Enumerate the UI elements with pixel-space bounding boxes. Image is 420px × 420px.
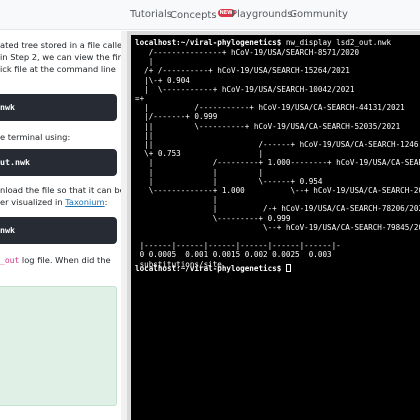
code-text: nwk	[0, 225, 15, 235]
tutorial-panel: ated tree stored in a file called in Ste…	[0, 31, 121, 420]
tutorial-paragraph-1: ated tree stored in a file called in Ste…	[0, 39, 121, 75]
tutorial-paragraph-3: nload the file so that it can be er visu…	[0, 184, 121, 208]
text-fragment: :	[104, 197, 108, 207]
text-fragment: er visualized in	[0, 197, 66, 207]
question-box	[0, 286, 117, 406]
top-navbar: Tutorials Concepts NEW Playgrounds▾ Commu…	[0, 0, 420, 30]
code-block-2[interactable]: ut.nwk	[0, 149, 117, 176]
code-text: ut.nwk	[0, 157, 30, 167]
nav-community[interactable]: Community	[290, 9, 348, 20]
inline-code: _out	[0, 256, 20, 265]
terminal-command-line: localhost:~/viral-phylogenetics$ nw_disp…	[135, 38, 391, 48]
nav-concepts[interactable]: Concepts NEW	[170, 9, 235, 21]
tree-line: | \-----------+ hCoV-19/USA/SEARCH-10042…	[135, 84, 355, 94]
tree-line: || \----------+ hCoV-19/USA/CA-SEARCH-52…	[135, 121, 401, 131]
text-line: in Step 2, we can view the first	[0, 52, 121, 62]
nav-playgrounds[interactable]: Playgrounds▾	[231, 9, 296, 20]
terminal-prompt: localhost:~/viral-phylogenetics$	[135, 264, 286, 273]
text-line: ick file at the command line	[0, 64, 116, 74]
code-block-1[interactable]: nwk	[0, 94, 117, 121]
terminal-final-line: localhost:~/viral-phylogenetics$	[135, 264, 291, 274]
terminal[interactable]: localhost:~/viral-phylogenetics$ nw_disp…	[127, 31, 420, 420]
nav-playgrounds-label: Playgrounds	[231, 9, 293, 20]
text-fragment: log file. When did the	[19, 255, 111, 265]
text-line: nload the file so that it can be	[0, 185, 121, 195]
taxonium-link[interactable]: Taxonium	[65, 197, 104, 207]
tutorial-paragraph-2: e terminal using:	[0, 131, 70, 143]
tree-line: /---------------+ hCoV-19/USA/SEARCH-857…	[135, 48, 360, 57]
code-block-3[interactable]: nwk	[0, 217, 117, 244]
nav-tutorials[interactable]: Tutorials	[130, 9, 172, 20]
tree-line: \--+ hCoV-19/USA/CA-SEARCH-79845/2022	[135, 222, 420, 232]
terminal-cursor	[285, 264, 291, 272]
tutorial-paragraph-4: _out log file. When did the	[0, 254, 111, 267]
code-text: nwk	[0, 102, 15, 112]
text-line: ated tree stored in a file called	[0, 40, 121, 50]
text-line: e terminal using:	[0, 132, 71, 142]
terminal-prompt: localhost:~/viral-phylogenetics$	[135, 38, 282, 47]
terminal-command: nw_display lsd2_out.nwk	[281, 38, 392, 47]
nav-concepts-label: Concepts	[170, 10, 217, 21]
text-line: er visualized in Taxonium:	[0, 196, 121, 208]
